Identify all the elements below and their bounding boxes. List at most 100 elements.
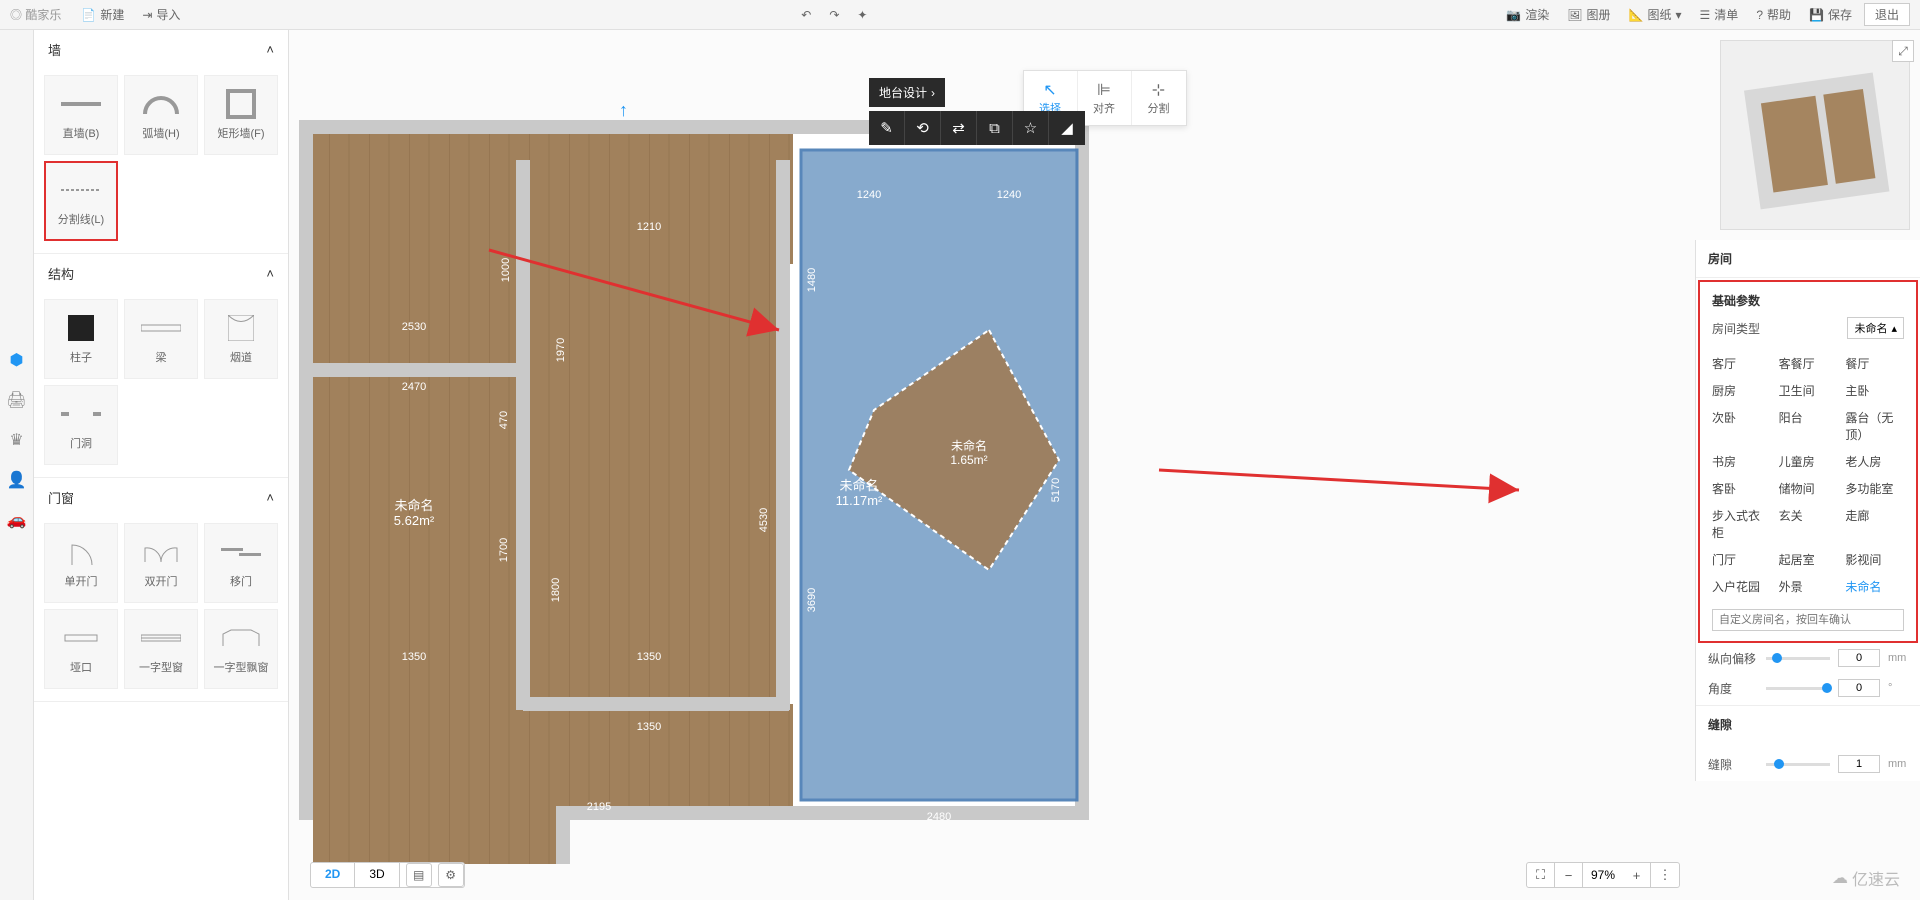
import-button[interactable]: ⇥ 导入 <box>142 6 180 23</box>
room-type-option[interactable]: 客卧 <box>1712 480 1771 497</box>
chevron-up-icon: ˄ <box>266 42 274 57</box>
flue-item[interactable]: 烟道 <box>204 299 278 379</box>
new-button[interactable]: 📄 新建 <box>81 6 124 23</box>
star-icon[interactable]: ☆ <box>1013 111 1049 145</box>
split-tool[interactable]: ⊹分割 <box>1132 71 1186 125</box>
element-panel: 墙˄ 直墙(B) 弧墙(H) 矩形墙(F) 分割线(L) 结构˄ 柱子 梁 烟道… <box>34 30 289 900</box>
fullscreen-icon[interactable]: ⛶ <box>1527 863 1555 887</box>
room-type-option[interactable]: 厨房 <box>1712 382 1771 399</box>
room-type-option[interactable]: 客厅 <box>1712 355 1771 372</box>
svg-text:1240: 1240 <box>857 189 881 201</box>
custom-room-name-input[interactable] <box>1712 609 1904 631</box>
erase-icon[interactable]: ◢ <box>1049 111 1085 145</box>
structure-section-header[interactable]: 结构˄ <box>34 254 288 293</box>
user-icon[interactable]: 👤 <box>7 470 27 490</box>
room-type-label: 房间类型 <box>1712 320 1760 337</box>
album-button[interactable]: 🖼 图册 <box>1567 6 1610 23</box>
door-window-section-header[interactable]: 门窗˄ <box>34 478 288 517</box>
svg-text:1350: 1350 <box>637 651 661 663</box>
bay-window-item[interactable]: 一字型飘窗 <box>204 609 278 689</box>
room-type-option[interactable]: 玄关 <box>1779 507 1838 541</box>
room-type-option[interactable]: 起居室 <box>1779 551 1838 568</box>
door-opening-item[interactable]: 门洞 <box>44 385 118 465</box>
edit-icon[interactable]: ✎ <box>869 111 905 145</box>
zoom-menu[interactable]: ⋮ <box>1651 863 1679 887</box>
room-type-option[interactable]: 餐厅 <box>1845 355 1904 372</box>
room-type-option[interactable]: 儿童房 <box>1779 453 1838 470</box>
gap-section-title: 缝隙 <box>1708 716 1908 733</box>
minimap[interactable] <box>1720 40 1910 230</box>
room-type-option[interactable]: 书房 <box>1712 453 1771 470</box>
drawing-button[interactable]: 📐 图纸 ▾ <box>1629 6 1682 23</box>
minimap-toggle[interactable]: ⤢ <box>1892 40 1914 62</box>
double-door-item[interactable]: 双开门 <box>124 523 198 603</box>
floorplan-canvas[interactable]: 未命名5.62m² 未命名1.65m² 未命名11.17m² 2530 2470… <box>289 30 1920 900</box>
list-button[interactable]: ☰ 清单 <box>1700 6 1739 23</box>
magic-button[interactable]: ✦ <box>857 8 867 22</box>
room-type-option[interactable]: 阳台 <box>1779 409 1838 443</box>
vertical-offset-slider[interactable] <box>1766 657 1830 660</box>
view-2d[interactable]: 2D <box>311 863 355 887</box>
help-button[interactable]: ? 帮助 <box>1756 6 1791 23</box>
copy-icon[interactable]: ⧉ <box>977 111 1013 145</box>
undo-button[interactable]: ↶ <box>801 8 811 22</box>
platform-design-tag[interactable]: 地台设计 › <box>869 78 945 107</box>
crown-icon[interactable]: ♛ <box>7 430 27 450</box>
pass-through-item[interactable]: 垭口 <box>44 609 118 689</box>
room-type-option[interactable]: 主卧 <box>1845 382 1904 399</box>
room-type-option[interactable]: 影视间 <box>1845 551 1904 568</box>
sliding-door-item[interactable]: 移门 <box>204 523 278 603</box>
room-type-option[interactable]: 入户花园 <box>1712 578 1771 595</box>
left-toolbar: ⬢ 🖨 ♛ 👤 🚗 <box>0 30 34 900</box>
room-type-option[interactable]: 外景 <box>1779 578 1838 595</box>
rotate-icon[interactable]: ⟲ <box>905 111 941 145</box>
swap-icon[interactable]: ⇄ <box>941 111 977 145</box>
divider-line-item[interactable]: 分割线(L) <box>44 161 118 241</box>
rect-wall-item[interactable]: 矩形墙(F) <box>204 75 278 155</box>
settings-icon[interactable]: ⚙ <box>438 863 464 887</box>
arc-wall-item[interactable]: 弧墙(H) <box>124 75 198 155</box>
chevron-up-icon: ˄ <box>266 266 274 281</box>
vertical-offset-input[interactable] <box>1838 649 1880 667</box>
zoom-out[interactable]: − <box>1555 863 1583 887</box>
redo-button[interactable]: ↷ <box>829 8 839 22</box>
svg-text:1970: 1970 <box>555 338 567 362</box>
room-type-option[interactable]: 走廊 <box>1845 507 1904 541</box>
room-type-option[interactable]: 门厅 <box>1712 551 1771 568</box>
room-type-option[interactable]: 卫生间 <box>1779 382 1838 399</box>
room-type-option[interactable]: 老人房 <box>1845 453 1904 470</box>
beam-item[interactable]: 梁 <box>124 299 198 379</box>
column-item[interactable]: 柱子 <box>44 299 118 379</box>
gap-input[interactable] <box>1838 755 1880 773</box>
straight-wall-item[interactable]: 直墙(B) <box>44 75 118 155</box>
zoom-value: 97% <box>1583 868 1623 882</box>
room-type-option[interactable]: 多功能室 <box>1845 480 1904 497</box>
svg-text:2195: 2195 <box>587 801 611 813</box>
room-type-option[interactable]: 未命名 <box>1845 578 1904 595</box>
gap-slider[interactable] <box>1766 763 1830 766</box>
print-icon[interactable]: 🖨 <box>7 390 27 410</box>
straight-window-item[interactable]: 一字型窗 <box>124 609 198 689</box>
zoom-in[interactable]: + <box>1623 863 1651 887</box>
room-type-option[interactable]: 露台（无顶） <box>1845 409 1904 443</box>
room-type-option[interactable]: 储物间 <box>1779 480 1838 497</box>
save-button[interactable]: 💾 保存 <box>1809 6 1852 23</box>
wall-section-header[interactable]: 墙˄ <box>34 30 288 69</box>
home-icon[interactable]: ⬢ <box>7 350 27 370</box>
single-door-item[interactable]: 单开门 <box>44 523 118 603</box>
svg-text:未命名11.17m²: 未命名11.17m² <box>836 478 883 508</box>
room-type-option[interactable]: 次卧 <box>1712 409 1771 443</box>
exit-button[interactable]: 退出 <box>1864 3 1910 26</box>
car-icon[interactable]: 🚗 <box>7 510 27 530</box>
align-tool[interactable]: ⊫对齐 <box>1078 71 1132 125</box>
room-type-option[interactable]: 客餐厅 <box>1779 355 1838 372</box>
app-logo: ◎ 酷家乐 <box>10 6 61 23</box>
layers-icon[interactable]: ▤ <box>406 863 432 887</box>
room-type-dropdown[interactable]: 未命名▴ <box>1847 317 1904 339</box>
room-type-option[interactable]: 步入式衣柜 <box>1712 507 1771 541</box>
basic-params-title: 基础参数 <box>1712 292 1904 309</box>
render-button[interactable]: 📷 渲染 <box>1506 6 1549 23</box>
view-3d[interactable]: 3D <box>355 863 399 887</box>
angle-input[interactable] <box>1838 679 1880 697</box>
angle-slider[interactable] <box>1766 687 1830 690</box>
